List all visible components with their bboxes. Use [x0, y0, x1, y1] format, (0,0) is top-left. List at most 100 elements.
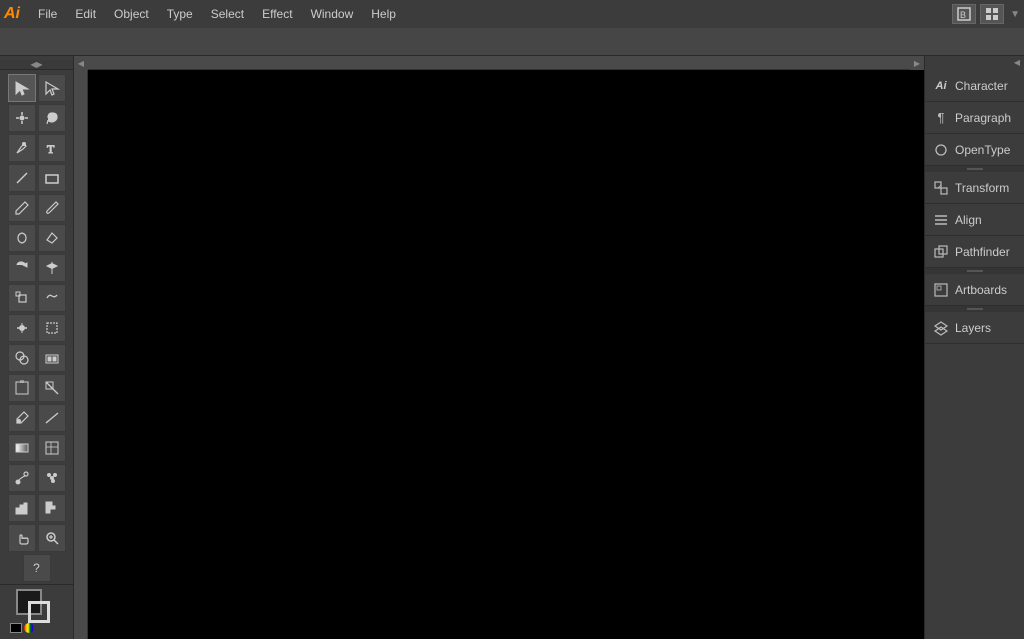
default-colors-icon[interactable] [10, 623, 22, 633]
tools-bottom-section [0, 584, 73, 639]
panel-item-pathfinder[interactable]: Pathfinder [925, 236, 1024, 268]
tool-row-width [8, 314, 66, 342]
canvas-area: ◀ ▶ [74, 56, 924, 639]
measure-tool[interactable] [38, 404, 66, 432]
canvas-document[interactable] [88, 70, 924, 639]
svg-text:B: B [960, 10, 966, 20]
tool-row-eyedropper [8, 404, 66, 432]
svg-text:T: T [47, 142, 55, 156]
panel-item-layers[interactable]: Layers [925, 312, 1024, 344]
horizontal-ruler [74, 56, 924, 70]
bar-graph-tool[interactable] [38, 494, 66, 522]
layers-icon [933, 320, 949, 336]
tool-row-shapebuilder [8, 344, 66, 372]
pathfinder-label: Pathfinder [955, 245, 1010, 259]
menu-help[interactable]: Help [363, 4, 404, 24]
align-label: Align [955, 213, 982, 227]
live-paint-tool[interactable] [38, 344, 66, 372]
rectangle-tool[interactable] [38, 164, 66, 192]
selection-tool[interactable] [8, 74, 36, 102]
help-tool[interactable]: ? [23, 554, 51, 582]
tool-row-artboard [8, 374, 66, 402]
line-tool[interactable] [8, 164, 36, 192]
shape-builder-tool[interactable] [8, 344, 36, 372]
canvas-scroll-top-right[interactable]: ▶ [910, 56, 924, 70]
menu-bar: Ai File Edit Object Type Select Effect W… [0, 0, 1024, 28]
warp-tool[interactable] [38, 284, 66, 312]
menu-window[interactable]: Window [303, 4, 362, 24]
opentype-icon [933, 142, 949, 158]
transform-icon [933, 180, 949, 196]
tool-row-pencil [8, 194, 66, 222]
grid-view-icon[interactable] [980, 4, 1004, 24]
brush-tool[interactable] [38, 194, 66, 222]
pen-tool[interactable] [8, 134, 36, 162]
right-panel: ◀ Ai Character ¶ Paragraph OpenType [924, 56, 1024, 639]
artboard-tool[interactable] [8, 374, 36, 402]
tool-row-shapes [8, 164, 66, 192]
blob-brush-tool[interactable] [8, 224, 36, 252]
rotate-tool[interactable] [8, 254, 36, 282]
magic-wand-tool[interactable] [8, 104, 36, 132]
tool-row-hand [8, 524, 66, 552]
symbol-sprayer-tool[interactable] [38, 464, 66, 492]
paragraph-label: Paragraph [955, 111, 1011, 125]
direct-selection-tool[interactable] [38, 74, 66, 102]
panel-collapse-top: ◀ [925, 56, 1024, 70]
lasso-tool[interactable] [38, 104, 66, 132]
reflect-tool[interactable] [38, 254, 66, 282]
panel-item-transform[interactable]: Transform [925, 172, 1024, 204]
menu-edit[interactable]: Edit [67, 4, 104, 24]
tool-row-help: ? [23, 554, 51, 582]
app-logo: Ai [4, 5, 20, 23]
free-transform-tool[interactable] [38, 314, 66, 342]
blend-tool[interactable] [8, 464, 36, 492]
hand-tool[interactable] [8, 524, 36, 552]
tool-row-gradient [8, 434, 66, 462]
tool-row-wand [8, 104, 66, 132]
menu-effect[interactable]: Effect [254, 4, 300, 24]
gradient-tool[interactable] [8, 434, 36, 462]
dropdown-arrow[interactable]: ▼ [1008, 9, 1020, 20]
panel-item-artboards[interactable]: Artboards [925, 274, 1024, 306]
panel-item-align[interactable]: Align [925, 204, 1024, 236]
eyedropper-tool[interactable] [8, 404, 36, 432]
align-icon [933, 212, 949, 228]
panel-item-character[interactable]: Ai Character [925, 70, 1024, 102]
swap-colors-icon[interactable] [24, 623, 34, 633]
artboards-icon [933, 282, 949, 298]
mesh-tool[interactable] [38, 434, 66, 462]
vertical-ruler [74, 70, 88, 639]
width-tool[interactable] [8, 314, 36, 342]
eraser-tool[interactable] [38, 224, 66, 252]
layers-label: Layers [955, 321, 991, 335]
ruler-collapse[interactable]: ◀▶ [30, 60, 42, 69]
slice-tool[interactable] [38, 374, 66, 402]
zoom-tool[interactable] [38, 524, 66, 552]
stroke-color-box[interactable] [28, 601, 50, 623]
menu-file[interactable]: File [30, 4, 65, 24]
arrange-icon[interactable]: B [952, 4, 976, 24]
panel-item-opentype[interactable]: OpenType [925, 134, 1024, 166]
transform-label: Transform [955, 181, 1009, 195]
color-section [4, 589, 69, 633]
toolbar-right-icons: B ▼ [952, 4, 1020, 24]
character-label: Character [955, 79, 1008, 93]
main-layout: ◀▶ T [0, 56, 1024, 639]
tool-row-graph [8, 494, 66, 522]
tools-ruler: ◀▶ [0, 60, 73, 70]
pencil-tool[interactable] [8, 194, 36, 222]
menu-object[interactable]: Object [106, 4, 157, 24]
secondary-toolbar [0, 28, 1024, 56]
character-icon: Ai [933, 78, 949, 94]
tools-panel: ◀▶ T [0, 56, 74, 639]
scale-tool[interactable] [8, 284, 36, 312]
type-tool[interactable]: T [38, 134, 66, 162]
opentype-label: OpenType [955, 143, 1010, 157]
canvas-ruler-corner[interactable]: ◀ [74, 56, 88, 70]
menu-select[interactable]: Select [203, 4, 252, 24]
column-graph-tool[interactable] [8, 494, 36, 522]
menu-type[interactable]: Type [159, 4, 201, 24]
panel-arrow-icon[interactable]: ◀ [1014, 58, 1020, 68]
panel-item-paragraph[interactable]: ¶ Paragraph [925, 102, 1024, 134]
